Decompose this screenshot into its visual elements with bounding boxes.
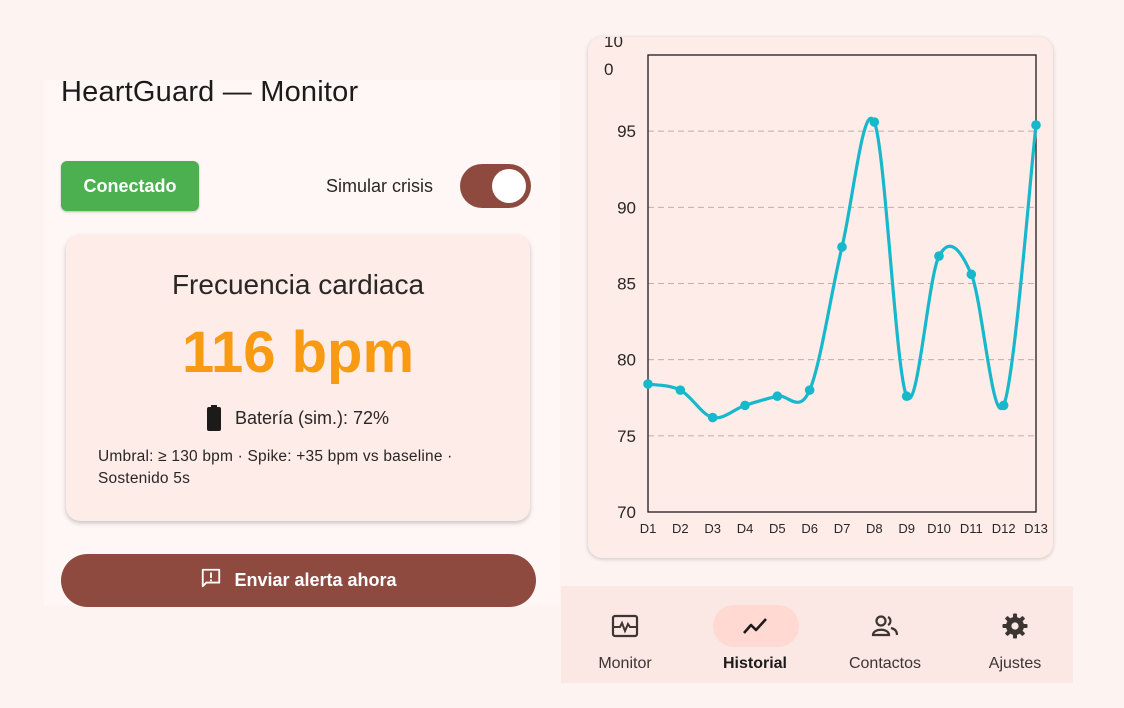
nav-label-ajustes: Ajustes (988, 655, 1042, 672)
nav-label-historial: Historial (722, 655, 787, 672)
monitor-heart-icon (611, 612, 639, 640)
x-tick-label: D3 (704, 521, 721, 536)
battery-label: Batería (sim.): 72% (234, 407, 390, 428)
trending-up-icon (741, 612, 769, 640)
data-point (869, 117, 880, 127)
x-tick-label: D6 (801, 521, 818, 536)
x-tick-label: D7 (834, 521, 851, 536)
nav-item-ajustes[interactable]: Ajustes (951, 586, 1079, 683)
y-tick-label: 10 (604, 37, 623, 51)
y-tick-label: 95 (617, 122, 636, 141)
x-tick-label: D1 (640, 521, 657, 536)
nav-label-monitor: Monitor (598, 655, 652, 672)
send-alert-label: Enviar alerta ahora (234, 570, 397, 590)
x-tick-label: D2 (672, 521, 689, 536)
nav-item-historial[interactable]: Historial (691, 586, 819, 683)
data-point (707, 412, 718, 423)
send-alert-button[interactable]: Enviar alerta ahora (61, 554, 536, 607)
battery-icon (206, 405, 221, 431)
crisis-toggle-label: Simular crisis (326, 176, 434, 196)
data-point (643, 379, 653, 389)
crisis-toggle-switch[interactable] (460, 164, 531, 208)
y-tick-label: 70 (617, 503, 636, 522)
x-tick-label: D13 (1024, 521, 1048, 536)
data-point (966, 269, 977, 280)
history-chart: 707580859095100D1 D2 D3 D4 D5 D6 D7 D8 D9 D10 D11 D… (604, 37, 1048, 536)
x-tick-label: D9 (898, 521, 915, 536)
data-point (740, 400, 750, 411)
data-point (804, 385, 815, 395)
x-tick-label: D8 (866, 521, 883, 536)
alert-message-icon (200, 567, 222, 594)
data-point (772, 391, 783, 402)
y-tick-label: 0 (604, 60, 613, 79)
toggle-knob (492, 169, 526, 203)
data-point (837, 242, 847, 252)
nav-item-monitor[interactable]: Monitor (561, 586, 689, 683)
data-point (1031, 120, 1041, 130)
x-tick-label: D11 (960, 521, 983, 536)
bottom-navigation: Monitor Historial Contactos Ajustes (561, 586, 1073, 683)
nav-label-contactos: Contactos (848, 655, 922, 672)
heart-rate-title: Frecuencia cardiaca (171, 269, 425, 300)
data-point (998, 400, 1009, 411)
y-tick-label: 75 (617, 427, 636, 446)
connection-status-badge[interactable]: Conectado (61, 161, 199, 211)
x-tick-label: D12 (992, 521, 1016, 536)
settings-gear-icon (1001, 612, 1029, 640)
x-tick-label: D10 (927, 521, 951, 536)
contacts-icon (871, 612, 899, 640)
y-tick-label: 85 (617, 275, 636, 294)
history-chart-card: 70 75 80 85 90 95 10 0 D1 D2 D3 D4 D5 D6 D7 D8 D9 D10 D11 D… (588, 37, 1053, 558)
y-tick-label: 90 (617, 198, 636, 217)
threshold-info: Umbral: ≥ 130 bpm · Spike: +35 bpm vs ba… (98, 448, 453, 487)
x-tick-label: D4 (737, 521, 754, 536)
data-point (934, 251, 944, 261)
nav-item-contactos[interactable]: Contactos (821, 586, 949, 683)
page-title: HeartGuard — Monitor (61, 76, 359, 108)
y-tick-label: 80 (617, 351, 636, 370)
battery-row: Batería (sim.): 72% (66, 405, 530, 431)
data-point (901, 391, 912, 402)
x-tick-label: D5 (769, 521, 786, 536)
heart-rate-card: Frecuencia cardiaca 116 bpm Batería (sim… (66, 235, 530, 521)
data-point (675, 385, 686, 395)
heart-rate-value: 116 bpm (181, 320, 415, 385)
